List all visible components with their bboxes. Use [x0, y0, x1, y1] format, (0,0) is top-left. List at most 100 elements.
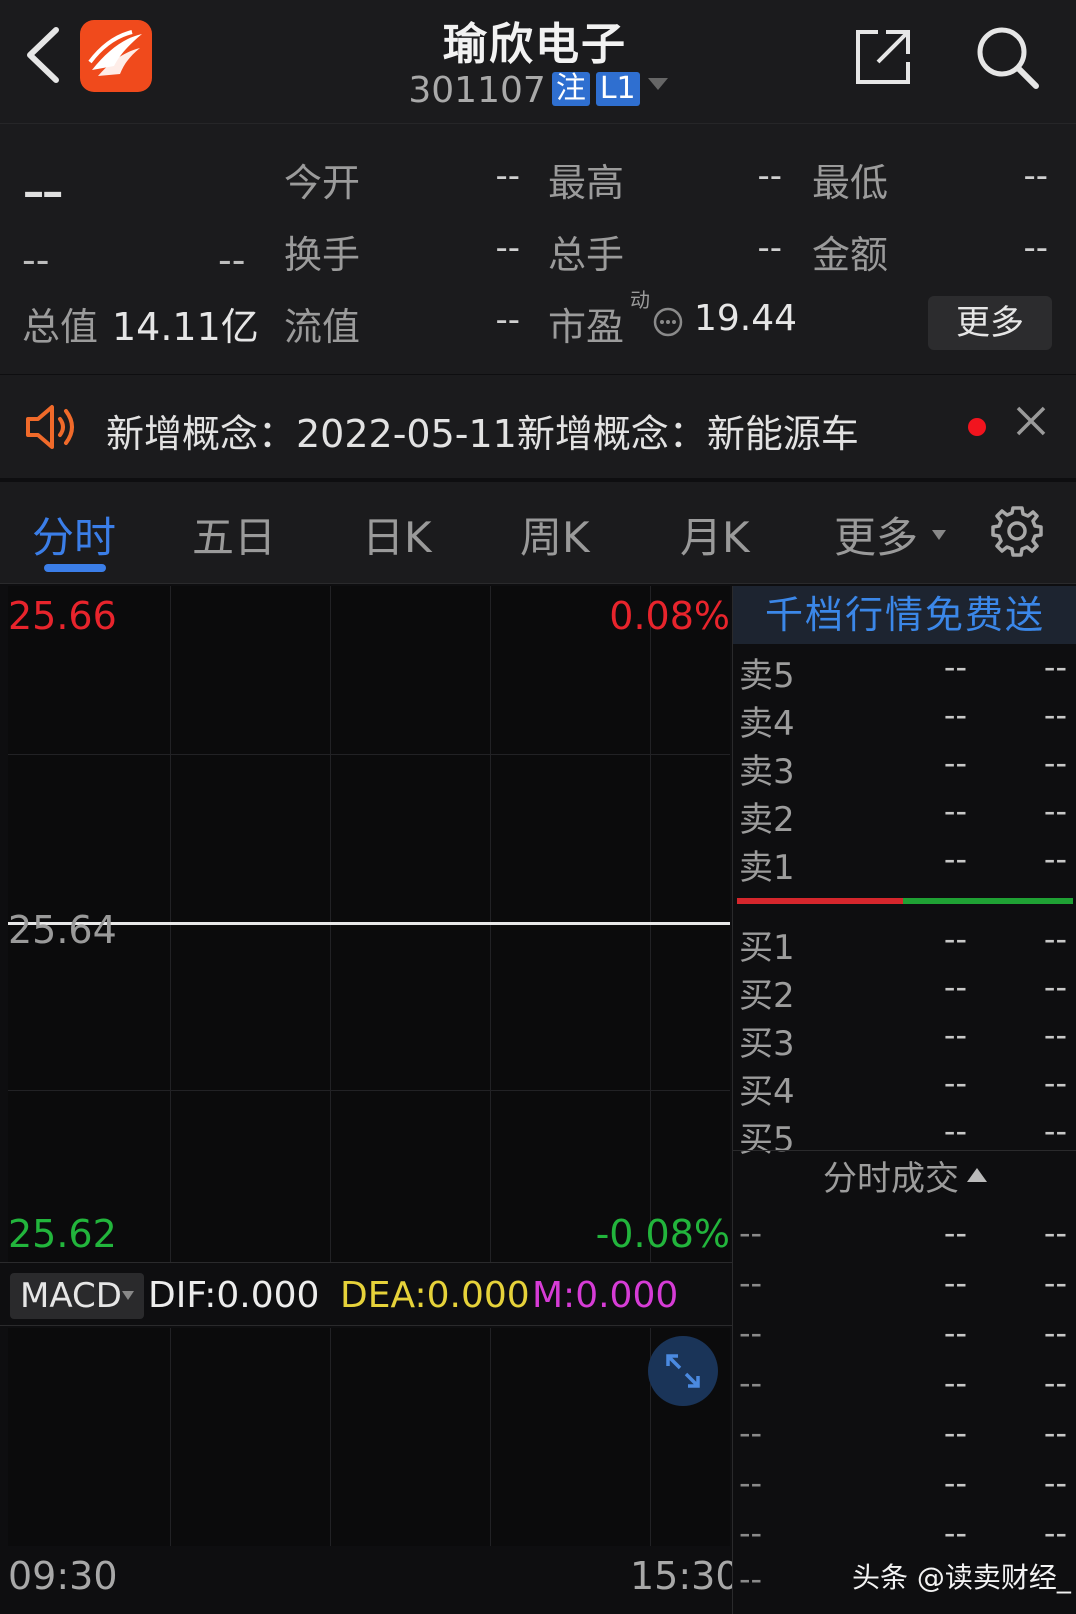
expand-arrows-icon	[666, 1354, 700, 1388]
y-axis-top-label: 25.66	[8, 594, 117, 638]
ask-volume: --	[1043, 840, 1067, 878]
bid-volume: --	[1043, 1064, 1067, 1102]
trade-row: -- -- --	[733, 1464, 1076, 1512]
promo-banner[interactable]: 千档行情免费送	[733, 586, 1076, 644]
bid-volume: --	[1043, 920, 1067, 958]
time-end-label: 15:30	[630, 1554, 740, 1598]
ask-label: 卖3	[739, 752, 795, 792]
ask-volume: --	[1043, 792, 1067, 830]
pe-label: 市盈	[548, 305, 625, 349]
trade-volume: --	[1043, 1364, 1067, 1402]
dropdown-triangle-icon	[647, 78, 668, 90]
open-label: 今开	[284, 161, 361, 205]
ask-row: 卖4 -- --	[733, 696, 1076, 744]
ask-price: --	[943, 648, 967, 686]
trade-price: --	[943, 1414, 967, 1452]
note-tag: 注	[551, 72, 590, 106]
ask-bid-divider-red	[737, 898, 903, 904]
tab-daily-k[interactable]: 日K	[362, 504, 432, 565]
ask-price: --	[943, 792, 967, 830]
stock-name: 瑜欣电子	[443, 19, 627, 70]
trade-volume: --	[1043, 1464, 1067, 1502]
trade-time: --	[739, 1464, 763, 1502]
bid-label: 买4	[739, 1072, 795, 1112]
trades-header[interactable]: 分时成交	[733, 1150, 1076, 1206]
tab-more-dropdown-icon	[932, 530, 946, 540]
chart-tabs: 分时 五日 日K 周K 月K 更多	[0, 482, 1076, 584]
ask-price: --	[943, 696, 967, 734]
y-axis-mid-label: 25.64	[8, 908, 117, 952]
more-button[interactable]: 更多	[928, 296, 1052, 350]
share-icon[interactable]	[852, 26, 914, 88]
ask-volume: --	[1043, 696, 1067, 734]
ask-row: 卖3 -- --	[733, 744, 1076, 792]
level-tag: L1	[595, 72, 640, 106]
stock-code-row[interactable]: 301107 注 L1	[0, 70, 1076, 111]
order-book-panel: 千档行情免费送 卖5 -- -- 卖4 -- -- 卖3 -- -- 卖2 --…	[732, 586, 1076, 1614]
stock-code: 301107	[408, 70, 546, 111]
search-icon[interactable]	[974, 24, 1040, 90]
tab-five-day[interactable]: 五日	[192, 504, 276, 565]
tab-more[interactable]: 更多	[834, 504, 918, 565]
ask-label: 卖2	[739, 800, 795, 840]
trade-price: --	[943, 1214, 967, 1252]
trade-time: --	[739, 1214, 763, 1252]
more-info-icon[interactable]	[652, 306, 684, 338]
trade-row: -- -- --	[733, 1314, 1076, 1362]
bid-volume: --	[1043, 1112, 1067, 1150]
bid-row: 买3 -- --	[733, 1016, 1076, 1064]
trade-time: --	[739, 1314, 763, 1352]
notice-text: 新增概念：2022-05-11新增概念：新能源车	[106, 412, 859, 456]
unread-dot	[968, 418, 986, 436]
high-value: --	[757, 156, 782, 196]
macd-chart[interactable]	[8, 1328, 730, 1546]
ask-bid-divider-green	[903, 898, 1073, 904]
trade-row: -- -- --	[733, 1264, 1076, 1312]
tab-weekly-k[interactable]: 周K	[520, 504, 590, 565]
indicator-bar: MACD DIF:0.000 DEA:0.000 M:0.000	[0, 1262, 732, 1326]
y-axis-bottom-label: 25.62	[8, 1212, 117, 1256]
price-change: --	[22, 238, 50, 282]
bid-label: 买2	[739, 976, 795, 1016]
expand-chart-button[interactable]	[648, 1336, 718, 1406]
trade-price: --	[943, 1514, 967, 1552]
volume-label: 总手	[548, 233, 625, 277]
bid-price: --	[943, 968, 967, 1006]
ask-row: 卖1 -- --	[733, 840, 1076, 888]
trade-time: --	[739, 1414, 763, 1452]
bid-price: --	[943, 920, 967, 958]
grid-line	[8, 754, 730, 755]
open-value: --	[495, 156, 520, 196]
volume-value: --	[757, 228, 782, 268]
watermark: 头条 @读卖财经_	[852, 1561, 1071, 1594]
low-label: 最低	[812, 161, 889, 205]
indicator-dropdown-icon	[122, 1291, 134, 1300]
bid-label: 买1	[739, 928, 795, 968]
bid-volume: --	[1043, 1016, 1067, 1054]
speaker-icon	[26, 405, 74, 449]
trade-row: -- -- --	[733, 1514, 1076, 1562]
trade-row: -- -- --	[733, 1214, 1076, 1262]
bid-price: --	[943, 1112, 967, 1150]
tab-intraday[interactable]: 分时	[32, 504, 116, 565]
high-label: 最高	[548, 161, 625, 205]
grid-line	[170, 1328, 171, 1546]
close-icon[interactable]	[1014, 404, 1048, 438]
top-bar: 瑜欣电子 301107 注 L1	[0, 0, 1076, 124]
intraday-chart[interactable]: 25.66 25.64 25.62 0.08% -0.08%	[8, 586, 730, 1262]
ask-price: --	[943, 744, 967, 782]
tab-monthly-k[interactable]: 月K	[680, 504, 750, 565]
ask-volume: --	[1043, 648, 1067, 686]
bid-volume: --	[1043, 968, 1067, 1006]
price-change-pct: --	[218, 238, 246, 282]
bid-price: --	[943, 1016, 967, 1054]
time-start-label: 09:30	[8, 1554, 118, 1598]
bid-row: 买4 -- --	[733, 1064, 1076, 1112]
trade-time: --	[739, 1264, 763, 1302]
ask-label: 卖5	[739, 656, 795, 696]
bid-row: 买2 -- --	[733, 968, 1076, 1016]
concept-notice[interactable]: 新增概念：2022-05-11新增概念：新能源车	[0, 374, 1076, 478]
macd-dif: DIF:0.000	[148, 1275, 320, 1316]
gear-icon[interactable]	[990, 504, 1044, 558]
pe-dynamic-sup: 动	[630, 288, 650, 312]
